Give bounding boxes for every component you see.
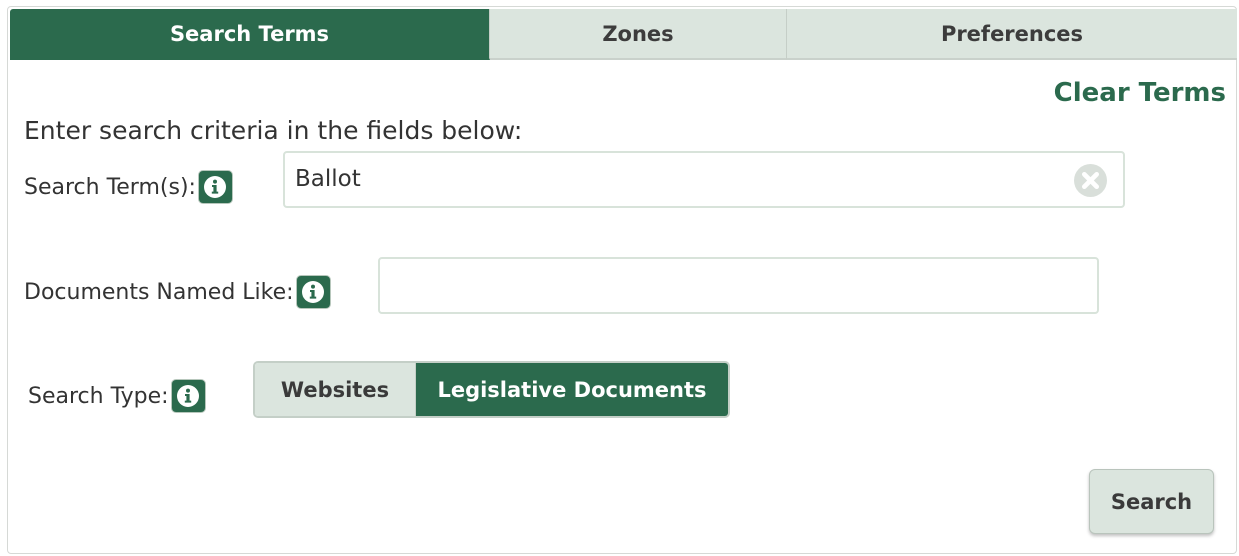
search-type-websites[interactable]: Websites <box>255 363 416 416</box>
search-terms-info-icon[interactable] <box>197 170 233 204</box>
close-circle-icon <box>1074 164 1107 197</box>
documents-named-like-label: Documents Named Like: <box>24 279 294 305</box>
info-icon <box>177 385 200 407</box>
search-type-legislative-documents[interactable]: Legislative Documents <box>416 363 728 416</box>
search-terms-label-group: Search Term(s): <box>24 170 233 204</box>
clear-terms-link[interactable]: Clear Terms <box>1054 78 1226 108</box>
documents-named-like-input[interactable] <box>378 257 1099 314</box>
info-icon <box>204 176 227 198</box>
tab-preferences[interactable]: Preferences <box>787 9 1237 60</box>
info-icon <box>302 281 325 303</box>
search-terms-input[interactable]: Ballot <box>283 151 1125 208</box>
instruction-text: Enter search criteria in the fields belo… <box>24 116 523 145</box>
search-type-label: Search Type: <box>28 383 169 409</box>
search-button[interactable]: Search <box>1089 469 1214 534</box>
clear-input-icon[interactable] <box>1074 164 1107 203</box>
documents-named-like-label-group: Documents Named Like: <box>24 275 331 309</box>
search-terms-label: Search Term(s): <box>24 174 196 200</box>
tab-search-terms[interactable]: Search Terms <box>10 9 490 60</box>
tab-zones[interactable]: Zones <box>490 9 787 60</box>
search-panel: Search Terms Zones Preferences Clear Ter… <box>7 6 1237 554</box>
search-type-info-icon[interactable] <box>170 379 206 413</box>
search-type-label-group: Search Type: <box>28 379 206 413</box>
tab-bar: Search Terms Zones Preferences <box>10 9 1237 60</box>
search-type-toggle: Websites Legislative Documents <box>253 361 730 418</box>
documents-named-like-info-icon[interactable] <box>295 275 331 309</box>
search-terms-value: Ballot <box>295 166 361 192</box>
